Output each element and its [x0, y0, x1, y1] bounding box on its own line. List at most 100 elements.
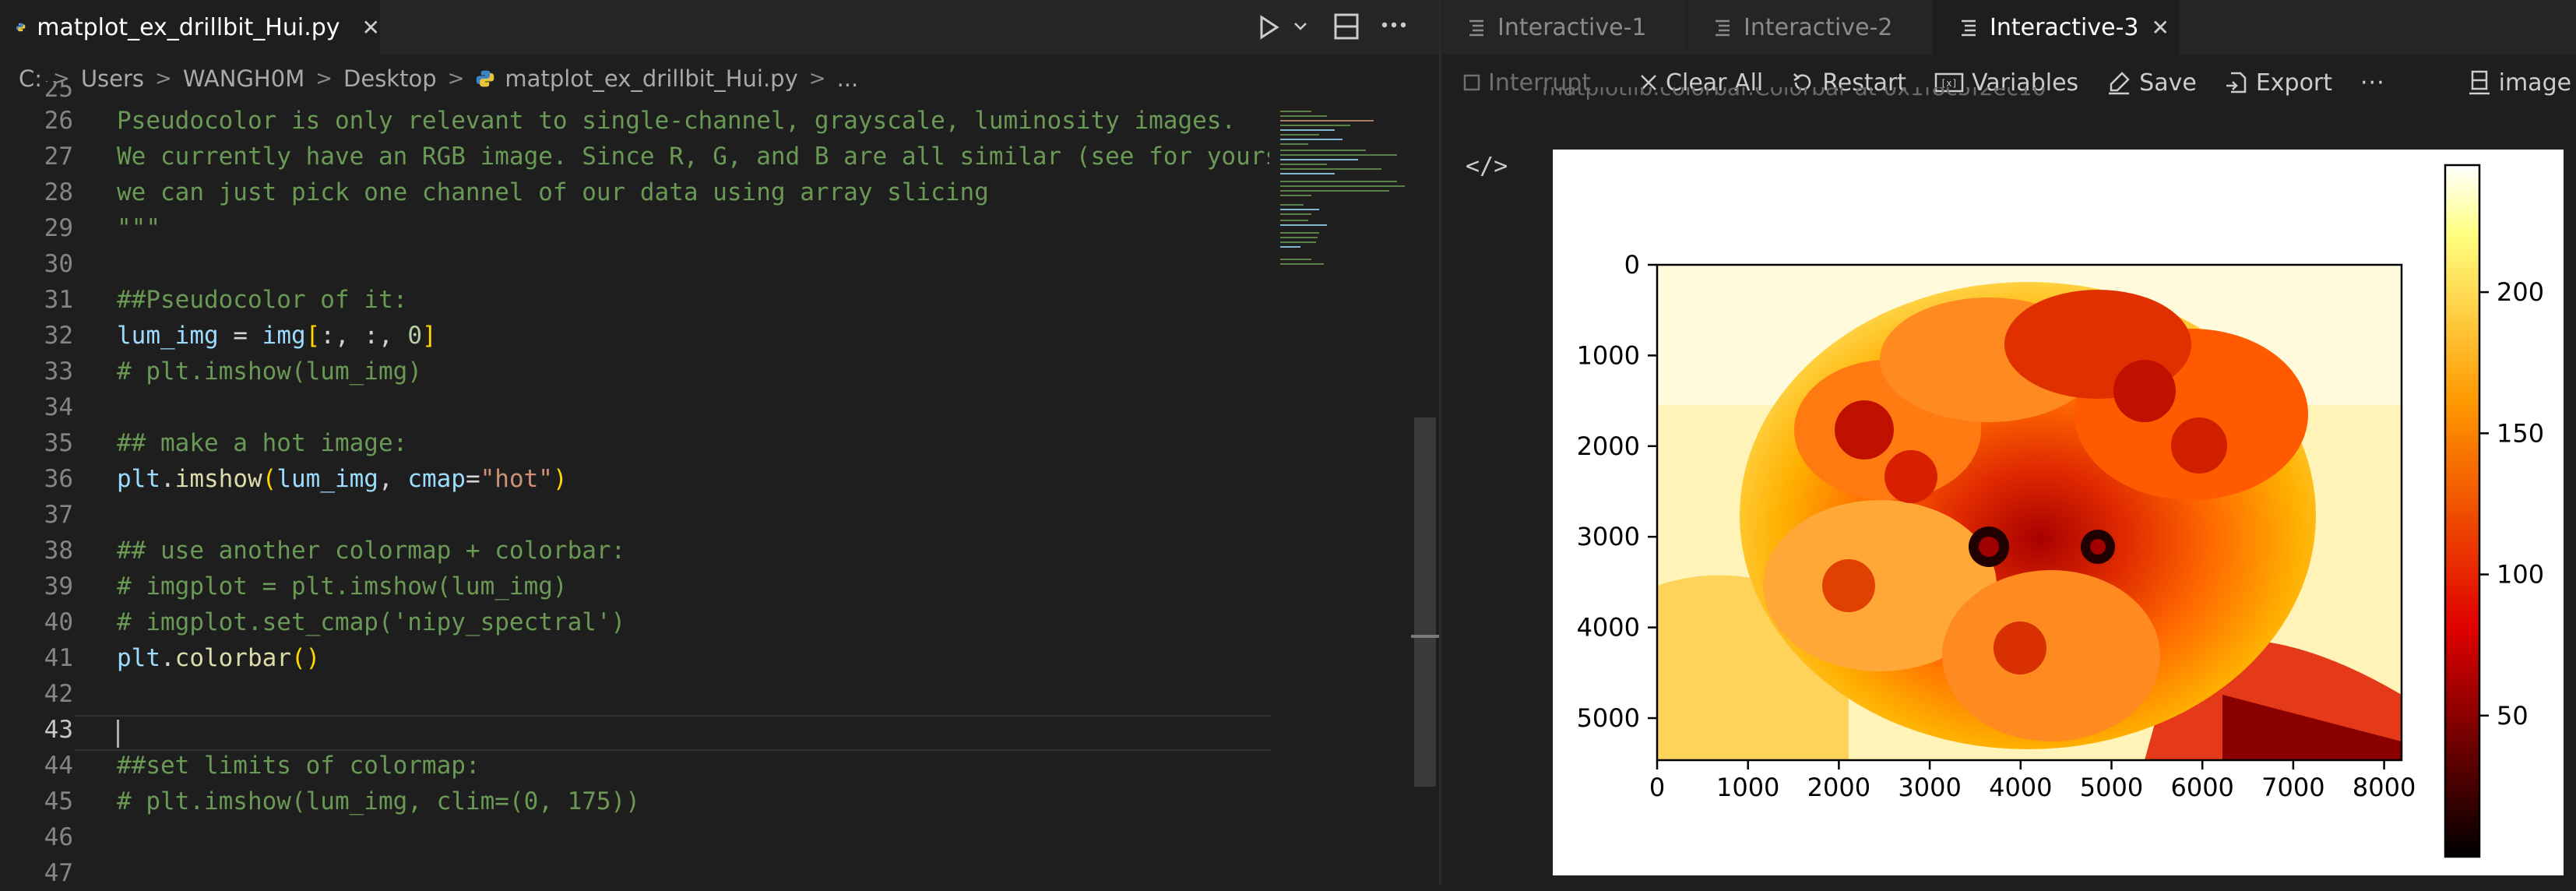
line-number: 39	[44, 572, 73, 600]
document-icon	[1469, 19, 1483, 37]
kernel-icon	[2469, 70, 2490, 95]
code-line[interactable]: 41 plt.colorbar()	[0, 640, 1269, 676]
stop-icon	[1463, 74, 1480, 91]
y-axis: 0 1000 2000 3000 4000 5000	[1577, 250, 1657, 733]
code-line[interactable]: 27 We currently have an RGB image. Since …	[0, 139, 1269, 174]
x-tick-label: 8000	[2353, 773, 2416, 802]
editor-tab-active[interactable]: matplot_ex_drillbit_Hui.py ✕	[0, 0, 380, 55]
minimap-line	[1280, 125, 1350, 126]
text-cursor	[117, 720, 119, 748]
minimap-line	[1280, 220, 1308, 221]
editor-tab-close-icon[interactable]: ✕	[362, 15, 380, 40]
code-line[interactable]: 29 """	[0, 210, 1269, 246]
minimap-line	[1280, 143, 1308, 145]
x-tick-label: 7000	[2261, 773, 2324, 802]
minimap-line	[1280, 209, 1319, 210]
line-number: 33	[44, 357, 73, 386]
line-number: 26	[44, 107, 73, 135]
split-editor-icon[interactable]	[1333, 12, 1360, 40]
minimap-line	[1280, 129, 1335, 131]
line-number: 31	[44, 286, 73, 314]
y-tick-label: 2000	[1577, 431, 1640, 461]
code-line[interactable]: 45 # plt.imshow(lum_img, clim=(0, 175))	[0, 784, 1269, 819]
code-text: Pseudocolor is only relevant to single-c…	[117, 107, 1237, 135]
current-line-highlight	[75, 715, 1271, 751]
minimap-line	[1280, 150, 1366, 151]
code-line[interactable]: 37	[0, 497, 1269, 533]
tab-interactive-3[interactable]: Interactive-3 ✕	[1934, 0, 2180, 55]
x-tick-label: 0	[1649, 773, 1665, 802]
code-line[interactable]: 46	[0, 819, 1269, 855]
tab-interactive-2[interactable]: Interactive-2	[1687, 0, 1934, 55]
more-actions-icon[interactable]	[1380, 20, 1408, 30]
editor-tab-filename: matplot_ex_drillbit_Hui.py	[37, 13, 340, 41]
chevron-down-icon[interactable]	[1293, 19, 1308, 34]
code-editor[interactable]: 25 26 Pseudocolor is only relevant to sin…	[0, 81, 1439, 887]
interactive-tab-bar: Interactive-1 Interactive-2 Interactive-…	[1441, 0, 2576, 55]
tab-label: Interactive-3	[1990, 13, 2139, 41]
code-line[interactable]: 33 # plt.imshow(lum_img)	[0, 354, 1269, 389]
code-line[interactable]: 30	[0, 246, 1269, 282]
code-line[interactable]: 44 ##set limits of colormap:	[0, 748, 1269, 784]
colorbar-tick-label: 200	[2497, 277, 2544, 307]
x-tick-label: 5000	[2080, 773, 2143, 802]
minimap-line	[1280, 241, 1316, 243]
minimap-line	[1280, 263, 1324, 265]
minimap-line	[1280, 224, 1327, 226]
code-line[interactable]: 36 plt.imshow(lum_img, cmap="hot")	[0, 461, 1269, 497]
tab-close-icon[interactable]: ✕	[2152, 15, 2170, 40]
x-axis: 0 1000 2000 3000 4000 5000 6000 7000 8000	[1649, 760, 2416, 802]
code-text: # plt.imshow(lum_img, clim=(0, 175))	[117, 787, 640, 815]
line-number: 37	[44, 501, 73, 529]
minimap-line	[1280, 190, 1389, 192]
x-tick-label: 4000	[1989, 773, 2052, 802]
minimap-line	[1280, 173, 1335, 174]
line-number: 38	[44, 537, 73, 565]
line-number: 40	[44, 608, 73, 636]
code-line[interactable]: 28 we can just pick one channel of our da…	[0, 174, 1269, 210]
minimap[interactable]	[1271, 103, 1411, 885]
code-line[interactable]: 35 ## make a hot image:	[0, 425, 1269, 461]
x-tick-label: 3000	[1898, 773, 1961, 802]
code-text: # imgplot = plt.imshow(lum_img)	[117, 572, 568, 600]
run-icon[interactable]	[1257, 14, 1280, 40]
scrollbar-cursor-marker	[1411, 635, 1439, 638]
line-number: 25	[44, 81, 73, 103]
code-line[interactable]: 34	[0, 389, 1269, 425]
more-button[interactable]: ···	[2360, 69, 2385, 97]
previous-output-text-content: matplotlib.colorbar.Colorbar at 0x1f8c5f…	[1542, 87, 2046, 100]
colorbar	[2444, 164, 2481, 858]
plot-output: 0 1000 2000 3000 4000 5000 6000 7000 8000 0 1000 2…	[1553, 150, 2564, 875]
line-number: 45	[44, 787, 73, 815]
minimap-line	[1280, 204, 1304, 206]
code-line[interactable]: 39 # imgplot = plt.imshow(lum_img)	[0, 569, 1269, 604]
code-line[interactable]: 38 ## use another colormap + colorbar:	[0, 533, 1269, 569]
code-line[interactable]: 31 ##Pseudocolor of it:	[0, 282, 1269, 318]
tab-interactive-1[interactable]: Interactive-1	[1441, 0, 1687, 55]
line-number: 42	[44, 680, 73, 708]
pane-divider[interactable]	[1439, 0, 1441, 885]
minimap-line	[1280, 246, 1300, 248]
code-line[interactable]: 42	[0, 676, 1269, 712]
show-code-toggle-icon[interactable]: </>	[1466, 153, 1508, 180]
code-line[interactable]: 40 # imgplot.set_cmap('nipy_spectral')	[0, 604, 1269, 640]
colorbar-axis: 50 100 150 200	[2479, 277, 2544, 731]
code-text: ##set limits of colormap:	[117, 752, 480, 780]
line-number: 44	[44, 752, 73, 780]
y-tick-label: 3000	[1577, 522, 1640, 551]
minimap-line	[1280, 120, 1374, 122]
code-line[interactable]: 47	[0, 855, 1269, 891]
y-tick-label: 1000	[1577, 340, 1640, 370]
minimap-line	[1280, 154, 1397, 156]
minimap-line	[1280, 195, 1311, 196]
colorbar-tick-label: 150	[2497, 418, 2544, 448]
kernel-label: image	[2498, 69, 2572, 97]
kernel-picker[interactable]: image	[2468, 69, 2571, 97]
code-line-partial: 25	[0, 81, 1269, 103]
minimap-line	[1280, 115, 1327, 117]
code-text: """	[117, 214, 160, 242]
editor-scrollbar-thumb[interactable]	[1414, 417, 1436, 787]
code-line[interactable]: 26 Pseudocolor is only relevant to single…	[0, 103, 1269, 139]
line-number: 27	[44, 143, 73, 171]
code-line[interactable]: 32 lum_img = img[:, :, 0]	[0, 318, 1269, 354]
